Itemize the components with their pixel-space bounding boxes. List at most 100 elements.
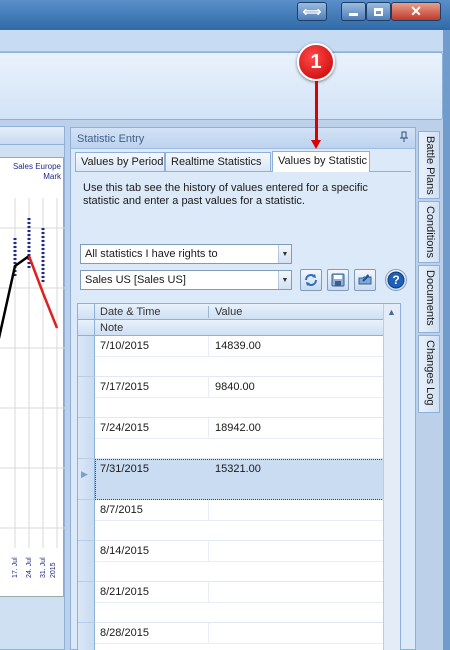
maximize-button[interactable] (366, 2, 391, 21)
side-tab-label: Conditions (424, 206, 436, 258)
pin-icon[interactable] (399, 131, 409, 143)
cell-divider (208, 336, 209, 356)
export-button[interactable] (354, 269, 376, 291)
row-divider (95, 397, 400, 398)
row-date: 7/17/2015 (100, 381, 149, 393)
side-tab-conditions[interactable]: Conditions (418, 201, 440, 263)
chart-area: Sales Europe Mark 17. Jul 24. Jul 31. Ju… (0, 157, 65, 597)
ribbon-tab-strip (0, 30, 450, 52)
table-row[interactable]: 8/28/2015 (78, 623, 400, 650)
tab-values-by-statistic[interactable]: Values by Statistic (272, 151, 370, 172)
minimize-icon (349, 13, 358, 16)
table-row[interactable]: 7/10/2015 14839.00 (78, 336, 400, 377)
callout-arrow-icon (311, 140, 321, 149)
row-selector[interactable] (78, 500, 95, 541)
cell-divider (208, 623, 209, 643)
table-row[interactable]: 7/24/2015 18942.00 (78, 418, 400, 459)
table-row[interactable]: 7/17/2015 9840.00 (78, 377, 400, 418)
row-date: 7/10/2015 (100, 340, 149, 352)
panel-header: Statistic Entry (71, 128, 415, 149)
svg-text:?: ? (392, 273, 399, 287)
row-date: 7/24/2015 (100, 422, 149, 434)
column-header-value[interactable]: Value (215, 306, 242, 318)
minimize-button[interactable] (341, 2, 366, 21)
save-button[interactable] (327, 269, 349, 291)
row-divider (95, 520, 400, 521)
table-row[interactable]: 8/7/2015 (78, 500, 400, 541)
cell-divider (208, 500, 209, 520)
dropdown-value: All statistics I have rights to (85, 248, 218, 260)
close-icon: ✕ (410, 3, 422, 19)
chart-tick-label: 24. Jul (26, 557, 33, 578)
scroll-up-icon[interactable]: ▲ (387, 307, 396, 317)
chart-tick-label: 31. Jul (40, 557, 47, 578)
chevron-down-icon[interactable]: ▼ (278, 271, 291, 289)
cell-divider (208, 541, 209, 561)
values-grid[interactable]: Date & Time Value Note 7/10/2015 14839.0… (77, 303, 401, 650)
window-right-border (443, 30, 450, 650)
tab-content: Use this tab see the history of values e… (75, 171, 411, 650)
side-tab-documents[interactable]: Documents (418, 265, 440, 333)
help-icon: ? (387, 271, 405, 289)
row-date: 7/31/2015 (100, 463, 149, 475)
cell-divider (208, 377, 209, 397)
ribbon (0, 52, 443, 120)
statistics-filter-dropdown[interactable]: All statistics I have rights to ▼ (80, 244, 292, 264)
row-date: 8/14/2015 (100, 545, 149, 557)
row-date: 8/21/2015 (100, 586, 149, 598)
row-date: 8/7/2015 (100, 504, 143, 516)
cell-divider (208, 418, 209, 438)
row-selector[interactable] (78, 623, 95, 650)
side-tab-label: Changes Log (424, 340, 436, 406)
table-row[interactable]: 8/21/2015 (78, 582, 400, 623)
row-selector[interactable] (78, 336, 95, 377)
side-tab-changes-log[interactable]: Changes Log (418, 335, 440, 413)
callout-line (315, 81, 318, 143)
row-selector[interactable] (78, 418, 95, 459)
chevron-down-icon[interactable]: ▼ (278, 245, 291, 263)
statistic-select-dropdown[interactable]: Sales US [Sales US] ▼ (80, 270, 292, 290)
tab-realtime-statistics[interactable]: Realtime Statistics (165, 152, 271, 171)
dropdown-value: Sales US [Sales US] (85, 274, 186, 286)
row-value[interactable]: 18942.00 (215, 422, 261, 434)
side-tab-strip: Battle Plans Conditions Documents Change… (418, 131, 441, 421)
resize-horizontal-icon[interactable]: ⟺ (297, 2, 327, 21)
refresh-button[interactable] (300, 269, 322, 291)
row-selector[interactable] (78, 459, 95, 500)
row-selector[interactable] (78, 377, 95, 418)
table-row-selected[interactable]: 7/31/2015 15321.00 (78, 459, 400, 500)
grid-header: Date & Time Value (78, 304, 400, 320)
row-divider (95, 438, 400, 439)
row-selector-header (78, 320, 95, 336)
cell-divider (208, 582, 209, 602)
export-icon (358, 274, 372, 285)
grid-scrollbar[interactable]: ▲ (383, 304, 400, 650)
grid-rows: 7/10/2015 14839.00 7/17/2015 9840.00 7/2… (78, 336, 400, 650)
statistic-entry-panel: Statistic Entry Values by Period Realtim… (70, 127, 416, 650)
help-button[interactable]: ? (385, 269, 407, 291)
side-tab-label: Battle Plans (424, 136, 436, 195)
row-selector[interactable] (78, 582, 95, 623)
refresh-icon (305, 274, 317, 286)
table-row[interactable]: 8/14/2015 (78, 541, 400, 582)
tab-description: Use this tab see the history of values e… (83, 182, 368, 207)
column-header-note: Note (100, 322, 124, 334)
chart-plot: 17. Jul 24. Jul 31. Jul 2015 (0, 198, 65, 578)
row-value[interactable]: 15321.00 (215, 463, 261, 475)
row-selector-header (78, 304, 95, 320)
side-tab-battle-plans[interactable]: Battle Plans (418, 131, 440, 199)
close-button[interactable]: ✕ (391, 2, 441, 21)
row-value[interactable]: 14839.00 (215, 340, 261, 352)
resize-glyph: ⟺ (302, 3, 322, 19)
row-selector[interactable] (78, 541, 95, 582)
row-divider (95, 602, 400, 603)
row-divider (95, 643, 400, 644)
column-header-date[interactable]: Date & Time (100, 306, 161, 318)
row-divider (95, 561, 400, 562)
tab-values-by-period[interactable]: Values by Period (75, 152, 165, 171)
row-date: 8/28/2015 (100, 627, 149, 639)
save-icon (331, 273, 345, 287)
row-divider (95, 356, 400, 357)
row-value[interactable]: 9840.00 (215, 381, 255, 393)
chart-tick-label: 2015 (50, 562, 57, 578)
